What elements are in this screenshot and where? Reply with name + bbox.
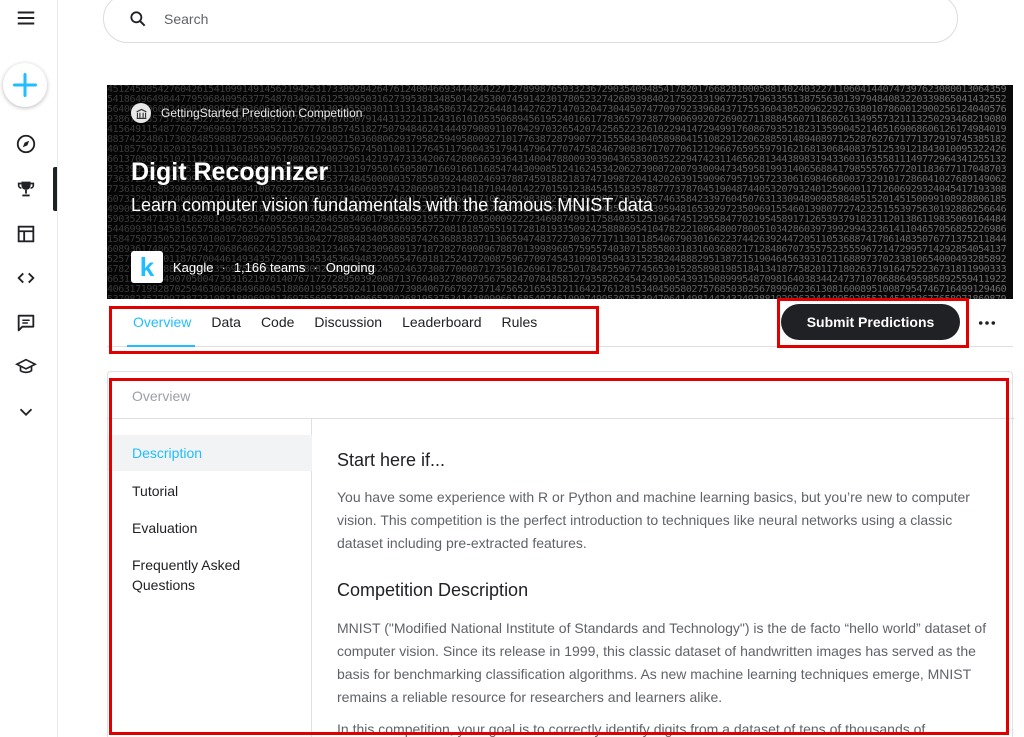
- kaggle-logo[interactable]: k: [131, 251, 163, 283]
- tab-rules[interactable]: Rules: [502, 299, 538, 347]
- competition-type-label: GettingStarted Prediction Competition: [161, 106, 363, 120]
- tab-overview[interactable]: Overview: [126, 299, 196, 347]
- overview-panel: Overview Description Tutorial Evaluation…: [107, 371, 1014, 737]
- school-icon[interactable]: [6, 347, 46, 387]
- chevron-down-icon[interactable]: [6, 392, 46, 432]
- sidebar-item-tutorial[interactable]: Tutorial: [108, 481, 312, 501]
- search-input[interactable]: [164, 10, 864, 27]
- table-icon[interactable]: [6, 214, 46, 254]
- tab-discussion[interactable]: Discussion: [314, 299, 382, 347]
- sidebar-item-evaluation[interactable]: Evaluation: [108, 518, 312, 538]
- sidebar-item-faq[interactable]: Frequently Asked Questions: [108, 555, 268, 595]
- section-heading: Competition Description: [337, 580, 529, 600]
- menu-icon[interactable]: [6, 0, 46, 36]
- competition-type: GettingStarted Prediction Competition: [131, 103, 362, 123]
- sidebar-item-description[interactable]: Description: [108, 435, 312, 471]
- section-body: MNIST ("Modified National Institute of S…: [337, 620, 987, 705]
- compass-icon[interactable]: [6, 124, 46, 164]
- competition-header: 4512450854276042615410991491456219425317…: [107, 85, 1013, 299]
- section-body: You have some experience with R or Pytho…: [337, 489, 970, 551]
- panel-heading: Overview: [132, 388, 191, 404]
- team-count: 1,166 teams: [233, 259, 306, 275]
- section-heading: Start here if...: [337, 450, 446, 470]
- section-body-continued: In this competition, your goal is to cor…: [337, 721, 926, 737]
- tab-code[interactable]: Code: [261, 299, 294, 347]
- overview-sidebar: Description Tutorial Evaluation Frequent…: [108, 419, 312, 737]
- left-rail: [0, 0, 58, 737]
- tab-leaderboard[interactable]: Leaderboard: [402, 299, 481, 347]
- create-button[interactable]: [3, 63, 47, 107]
- search-icon: [130, 10, 146, 26]
- tab-list: Overview Data Code Discussion Leaderboar…: [126, 299, 557, 347]
- active-indicator: [53, 167, 57, 211]
- code-icon[interactable]: [6, 258, 46, 298]
- competition-meta: k Kaggle · 1,166 teams · Ongoing: [131, 251, 375, 283]
- host-name[interactable]: Kaggle: [173, 260, 213, 275]
- competition-badge-icon: [131, 103, 151, 123]
- plus-icon: [12, 72, 38, 98]
- tab-data[interactable]: Data: [211, 299, 241, 347]
- competition-status: Ongoing: [325, 259, 375, 275]
- comment-icon[interactable]: [6, 303, 46, 343]
- trophy-icon[interactable]: [6, 169, 46, 209]
- competition-subtitle: Learn computer vision fundamentals with …: [131, 195, 653, 215]
- submit-predictions-button[interactable]: Submit Predictions: [781, 304, 960, 340]
- competition-tab-bar: Overview Data Code Discussion Leaderboar…: [107, 299, 1013, 347]
- more-options-icon[interactable]: [973, 309, 1001, 337]
- competition-title: Digit Recognizer: [131, 158, 329, 186]
- search-bar[interactable]: [103, 0, 958, 43]
